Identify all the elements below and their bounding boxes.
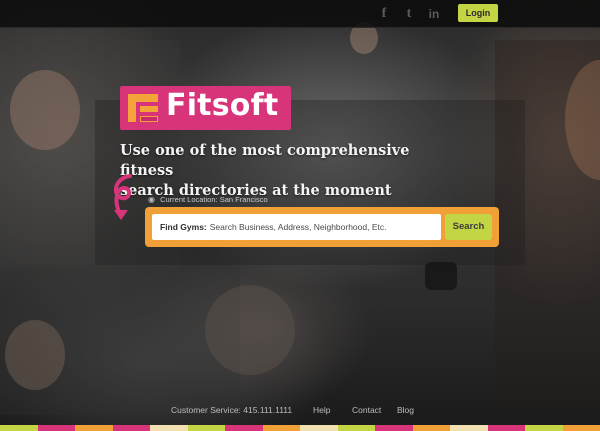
color-strip-segment	[150, 425, 188, 431]
map-pin-icon: ◉	[148, 195, 155, 204]
twitter-icon[interactable]: t	[401, 6, 417, 22]
color-strip-segment	[562, 425, 600, 431]
curved-arrow-icon	[113, 174, 132, 220]
color-strip-segment	[300, 425, 338, 431]
current-location: ◉ Current Location: San Francisco	[148, 195, 268, 204]
login-button[interactable]: Login	[458, 4, 498, 22]
headline-line-1: Use one of the most comprehensive fitnes…	[120, 142, 410, 179]
color-strip-segment	[0, 425, 38, 431]
color-strip-segment	[37, 425, 75, 431]
customer-service-text: Customer Service: 415.111.1111	[171, 405, 293, 415]
search-bar: Find Gyms: Search Business, Address, Nei…	[145, 207, 499, 247]
search-input[interactable]: Find Gyms: Search Business, Address, Nei…	[152, 214, 441, 240]
search-label: Find Gyms:	[160, 222, 207, 232]
contact-link[interactable]: Contact	[352, 405, 381, 415]
color-strip-segment	[187, 425, 225, 431]
current-location-text: Current Location: San Francisco	[160, 195, 268, 204]
color-strip-segment	[412, 425, 450, 431]
fitsoft-logo[interactable]: Fitsoft	[120, 86, 291, 130]
color-strip-segment	[262, 425, 300, 431]
search-placeholder: Search Business, Address, Neighborhood, …	[209, 222, 387, 232]
search-button[interactable]: Search	[445, 214, 492, 240]
hero-headline: Use one of the most comprehensive fitnes…	[120, 141, 440, 201]
footer-color-strip	[0, 425, 600, 431]
top-bar: f t in Login	[0, 0, 600, 28]
facebook-icon[interactable]: f	[376, 6, 392, 22]
color-strip-segment	[375, 425, 413, 431]
footer-links: Customer Service: 415.111.1111 Help Cont…	[0, 405, 600, 419]
color-strip-segment	[225, 425, 263, 431]
linkedin-icon[interactable]: in	[426, 6, 442, 22]
color-strip-segment	[75, 425, 113, 431]
logo-text: Fitsoft	[166, 88, 279, 123]
help-link[interactable]: Help	[313, 405, 330, 415]
color-strip-segment	[525, 425, 563, 431]
color-strip-segment	[450, 425, 488, 431]
color-strip-segment	[487, 425, 525, 431]
color-strip-segment	[337, 425, 375, 431]
color-strip-segment	[112, 425, 150, 431]
logo-mark-icon	[128, 94, 158, 122]
blog-link[interactable]: Blog	[397, 405, 414, 415]
